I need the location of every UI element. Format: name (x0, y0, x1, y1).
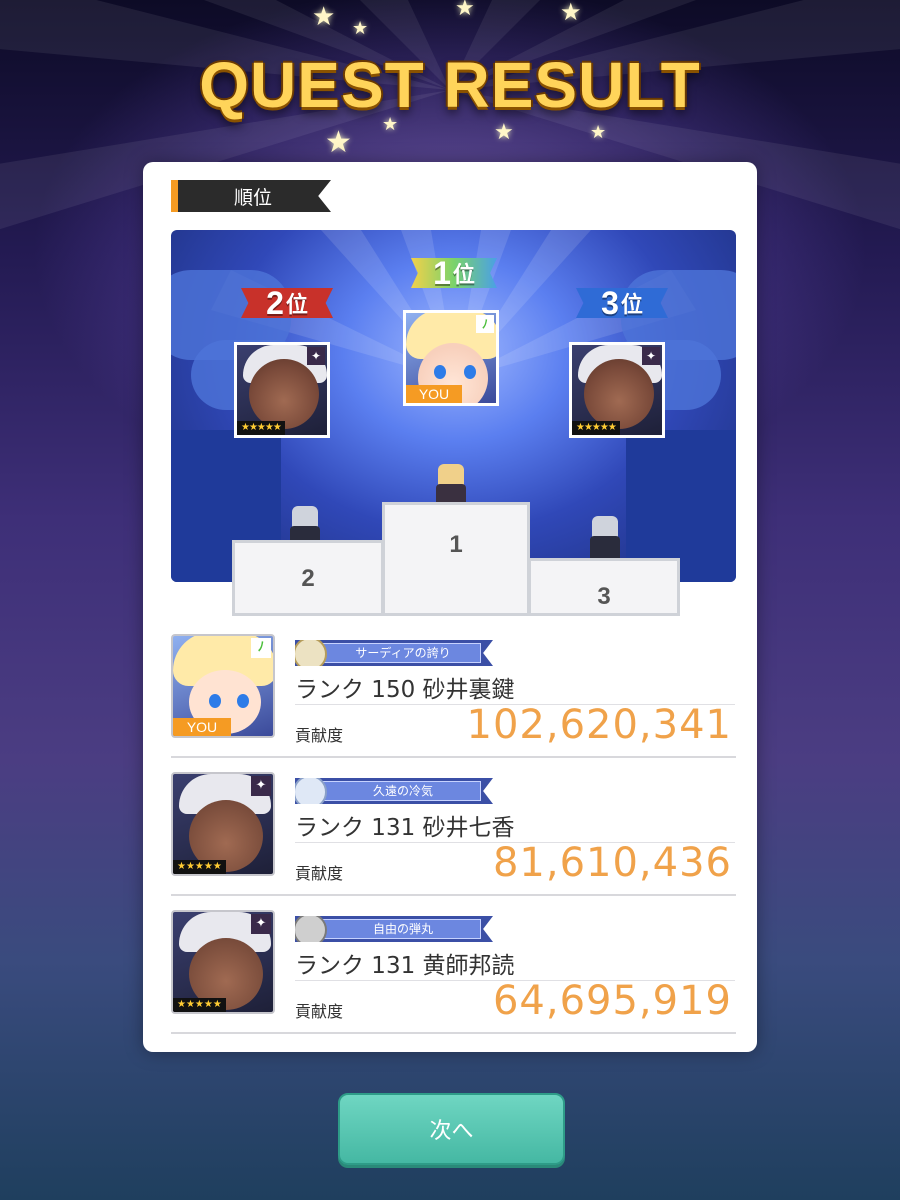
avatar: ✦ ★★★★★ (171, 772, 275, 876)
title-badge-text: 久遠の冷気 (372, 784, 433, 798)
eye (237, 694, 249, 708)
section-header: 順位 (171, 180, 331, 212)
title-badge-text: 自由の弾丸 (372, 922, 433, 936)
face (249, 359, 319, 429)
sparkle-icon: ★ (590, 122, 607, 143)
next-button[interactable]: 次へ (338, 1093, 565, 1165)
pedestal-1: 1 (382, 502, 530, 616)
quest-result-title: QUEST RESULT (199, 49, 701, 121)
rarity-stars: ★★★★★ (173, 860, 226, 874)
title-badge: 自由の弾丸 (295, 916, 493, 942)
rank-2-ribbon: 2位 (241, 288, 333, 318)
you-tag: YOU (406, 385, 462, 403)
sparkle-icon: ★ (325, 125, 352, 160)
contribution-value: 64,695,919 (492, 978, 732, 1024)
sparkle-icon: ★ (455, 0, 475, 21)
result-panel: 順位 2位 1位 3位 ✦ ★★★★★ ﾉ YOU ✦ ★★★★★ 2 1 3 … (143, 162, 757, 1052)
face (584, 359, 654, 429)
sparkle-icon: ★ (312, 2, 336, 32)
title-badge: 久遠の冷気 (295, 778, 493, 804)
leaf-icon: ﾉ (476, 315, 494, 333)
sparkle-icon: ★ (382, 114, 399, 135)
rank-3-ribbon: 3位 (576, 288, 668, 318)
rank-1-portrait[interactable]: ﾉ YOU (403, 310, 499, 406)
sparkle-icon: ✦ (251, 914, 271, 934)
contribution-label: 貢献度 (295, 726, 344, 745)
eye (209, 694, 221, 708)
sparkle-icon: ★ (560, 0, 582, 26)
rank-name: ランク 131 黄師邦読 (295, 946, 735, 981)
section-accent-bar (171, 180, 178, 212)
title-badge: サーディアの誇り (295, 640, 493, 666)
avatar: ﾉ YOU (171, 634, 275, 738)
rank-name: ランク 131 砂井七香 (295, 808, 735, 843)
sparkle-icon: ✦ (251, 776, 271, 796)
rank-name: ランク 150 砂井裏鍵 (295, 670, 735, 705)
pedestal-3: 3 (528, 558, 680, 616)
rank-3-portrait[interactable]: ✦ ★★★★★ (569, 342, 665, 438)
rank-3-sprite (588, 516, 622, 564)
you-tag: YOU (173, 718, 231, 736)
title-badge-avatar (295, 778, 327, 804)
ranking-row-2[interactable]: ✦ ★★★★★ 久遠の冷気 ランク 131 砂井七香 貢献度 81,610,43… (171, 772, 736, 896)
contribution-label: 貢献度 (295, 1002, 344, 1021)
leaf-icon: ﾉ (251, 638, 271, 658)
title-badge-avatar (295, 916, 327, 942)
section-label: 順位 (234, 186, 273, 209)
ranking-row-3[interactable]: ✦ ★★★★★ 自由の弾丸 ランク 131 黄師邦読 貢献度 64,695,91… (171, 910, 736, 1034)
sparkle-icon: ★ (494, 120, 514, 145)
rarity-stars: ★★★★★ (173, 998, 226, 1012)
contribution-value: 102,620,341 (466, 702, 732, 748)
title-badge-text: サーディアの誇り (355, 646, 451, 660)
contribution-value: 81,610,436 (492, 840, 732, 886)
sparkle-icon: ✦ (307, 347, 325, 365)
eye (434, 365, 446, 379)
title-badge-avatar (295, 640, 327, 666)
rank-2-portrait[interactable]: ✦ ★★★★★ (234, 342, 330, 438)
rank-1-ribbon: 1位 (411, 258, 497, 288)
ranking-row-1[interactable]: ﾉ YOU サーディアの誇り ランク 150 砂井裏鍵 貢献度 102,620,… (171, 634, 736, 758)
pedestal-2: 2 (232, 540, 384, 616)
rarity-stars: ★★★★★ (572, 421, 620, 435)
contribution-label: 貢献度 (295, 864, 344, 883)
rarity-stars: ★★★★★ (237, 421, 285, 435)
eye (464, 365, 476, 379)
avatar: ✦ ★★★★★ (171, 910, 275, 1014)
sparkle-icon: ✦ (642, 347, 660, 365)
sparkle-icon: ★ (352, 18, 369, 39)
